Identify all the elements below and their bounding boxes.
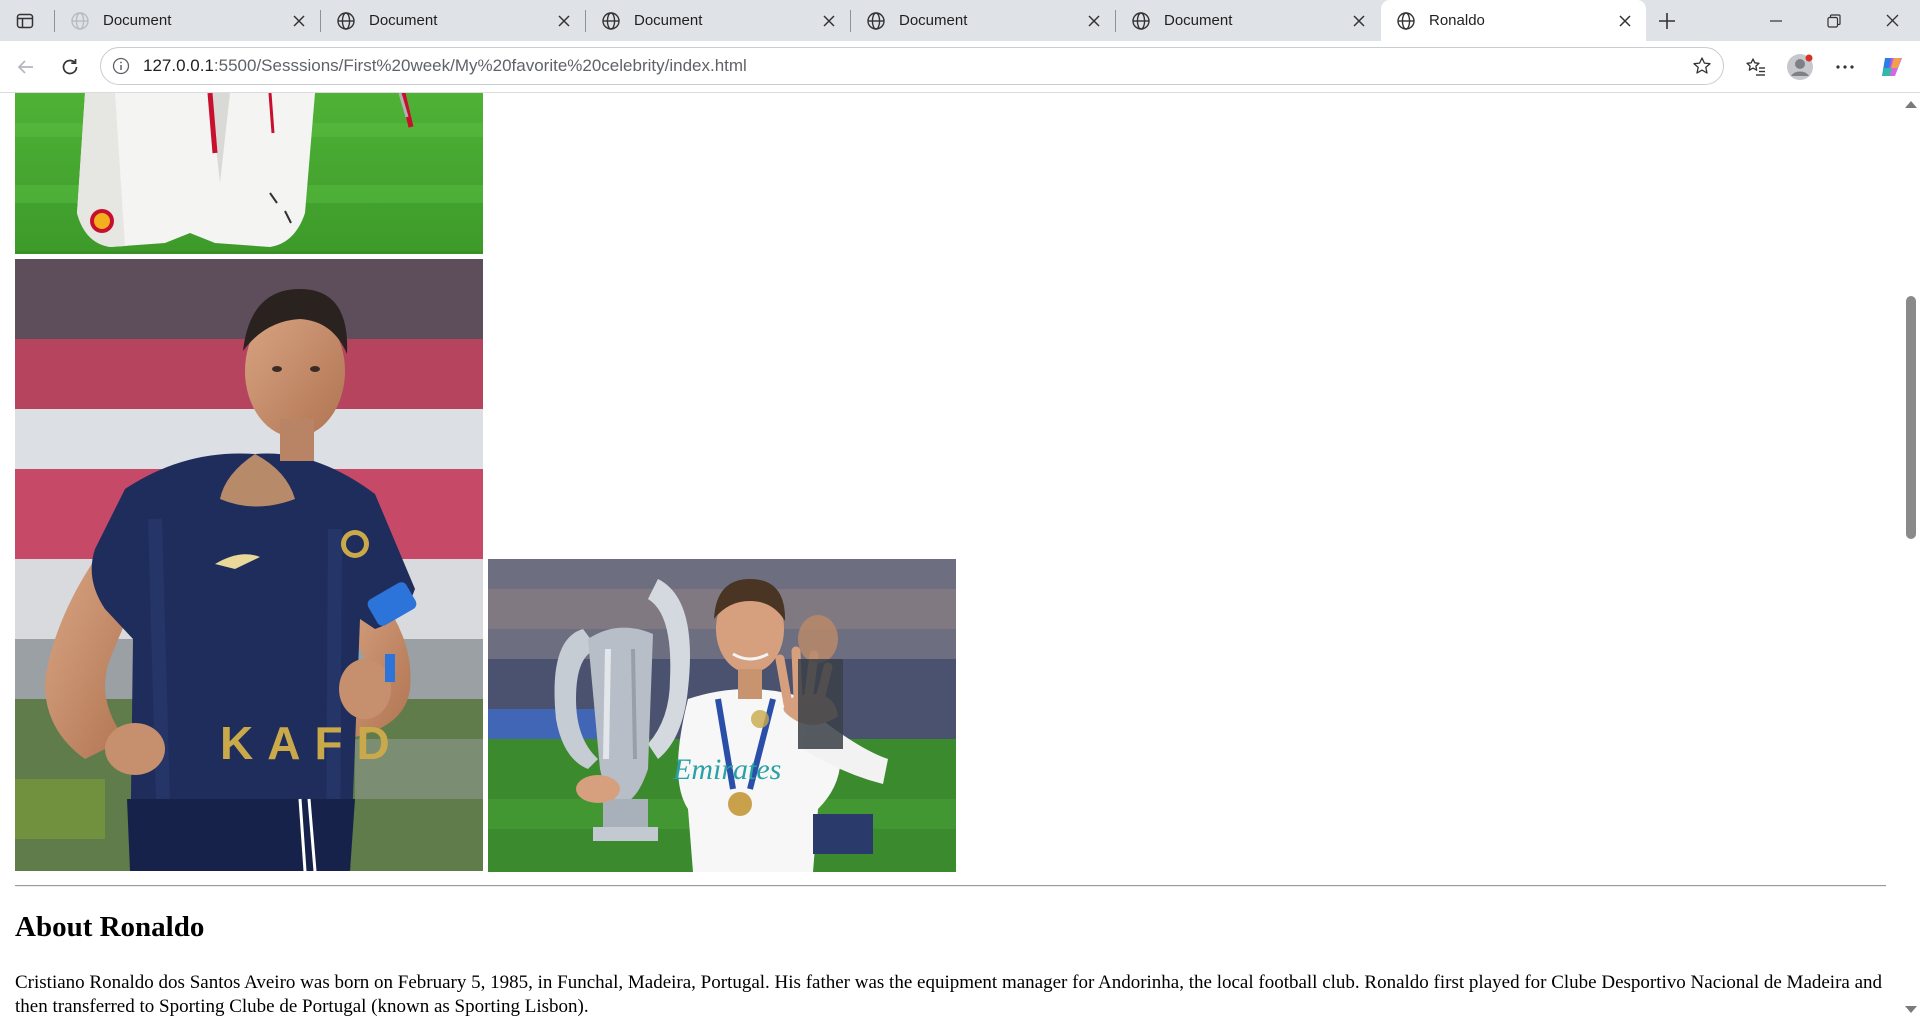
minimize-button[interactable] (1748, 0, 1804, 41)
tab-label: Document (1164, 12, 1233, 29)
tab-actions-button[interactable] (10, 6, 40, 36)
new-tab-button[interactable] (1651, 5, 1683, 37)
scrollbar-thumb[interactable] (1906, 296, 1916, 539)
url-text[interactable]: 127.0.0.1:5500/Sesssions/First%20week/My… (143, 56, 747, 76)
globe-icon (1395, 10, 1417, 32)
globe-icon (335, 10, 357, 32)
tab-document-4[interactable]: Document (851, 0, 1115, 41)
scroll-up-arrow-icon[interactable] (1905, 101, 1917, 108)
site-info-icon[interactable] (111, 56, 131, 76)
url-path: :5500/Sesssions/First%20week/My%20favori… (213, 56, 747, 75)
tab-strip: Document Document Document Document Docu… (0, 0, 1920, 41)
globe-icon (69, 10, 91, 32)
tab-document-2[interactable]: Document (321, 0, 585, 41)
tab-ronaldo[interactable]: Ronaldo (1381, 0, 1646, 41)
favorite-star-icon[interactable] (1691, 55, 1713, 77)
address-bar[interactable]: 127.0.0.1:5500/Sesssions/First%20week/My… (100, 47, 1724, 85)
close-tab-icon[interactable] (814, 6, 844, 36)
section-divider (15, 885, 1886, 887)
minimize-icon (1770, 19, 1782, 22)
close-tab-icon[interactable] (1079, 6, 1109, 36)
back-arrow-icon (17, 60, 33, 74)
reload-button[interactable] (52, 49, 88, 85)
copilot-icon (1882, 58, 1902, 76)
favorites-icon (1746, 58, 1765, 76)
jersey-sponsor-text: Emirates (672, 753, 781, 786)
url-host: 127.0.0.1 (143, 56, 214, 75)
page-scrollbar[interactable] (1900, 93, 1920, 1030)
close-tab-icon[interactable] (284, 6, 314, 36)
copilot-button[interactable] (1874, 49, 1910, 85)
tab-label: Document (899, 12, 968, 29)
close-tab-icon[interactable] (1610, 6, 1640, 36)
ronaldo-realmadrid-trophy-photo: Emirates (488, 559, 956, 872)
restore-icon (1827, 13, 1841, 28)
profile-avatar-icon (1787, 54, 1813, 80)
favorites-button[interactable] (1738, 49, 1774, 85)
back-button[interactable] (8, 49, 44, 85)
close-tab-icon[interactable] (549, 6, 579, 36)
more-dots-icon (1836, 65, 1854, 69)
tab-document-5[interactable]: Document (1116, 0, 1380, 41)
about-paragraph: Cristiano Ronaldo dos Santos Aveiro was … (15, 972, 1883, 1017)
tab-label: Document (103, 12, 172, 29)
restore-button[interactable] (1806, 0, 1862, 41)
profile-button[interactable] (1782, 49, 1818, 85)
ronaldo-alnassr-photo: KAFD (15, 259, 483, 871)
globe-icon (865, 10, 887, 32)
browser-toolbar: 127.0.0.1:5500/Sesssions/First%20week/My… (0, 41, 1920, 93)
tab-document-3[interactable]: Document (586, 0, 850, 41)
about-heading: About Ronaldo (15, 911, 205, 943)
globe-icon (600, 10, 622, 32)
scroll-down-arrow-icon[interactable] (1905, 1006, 1917, 1013)
tab-label: Ronaldo (1429, 12, 1485, 29)
tab-actions-icon (16, 13, 34, 29)
reload-icon (62, 59, 78, 75)
close-window-button[interactable] (1864, 0, 1920, 41)
tab-label: Document (369, 12, 438, 29)
tab-label: Document (634, 12, 703, 29)
plus-icon (1659, 13, 1675, 29)
close-icon (1886, 14, 1898, 27)
jersey-sponsor-text: KAFD (220, 717, 404, 769)
close-tab-icon[interactable] (1344, 6, 1374, 36)
tab-document-1[interactable]: Document (55, 0, 320, 41)
page-viewport: KAFD Emirates About Ronaldo Cristiano Ro… (0, 93, 1900, 1030)
ronaldo-manutd-photo (15, 93, 483, 254)
globe-icon (1130, 10, 1152, 32)
more-options-button[interactable] (1827, 49, 1863, 85)
